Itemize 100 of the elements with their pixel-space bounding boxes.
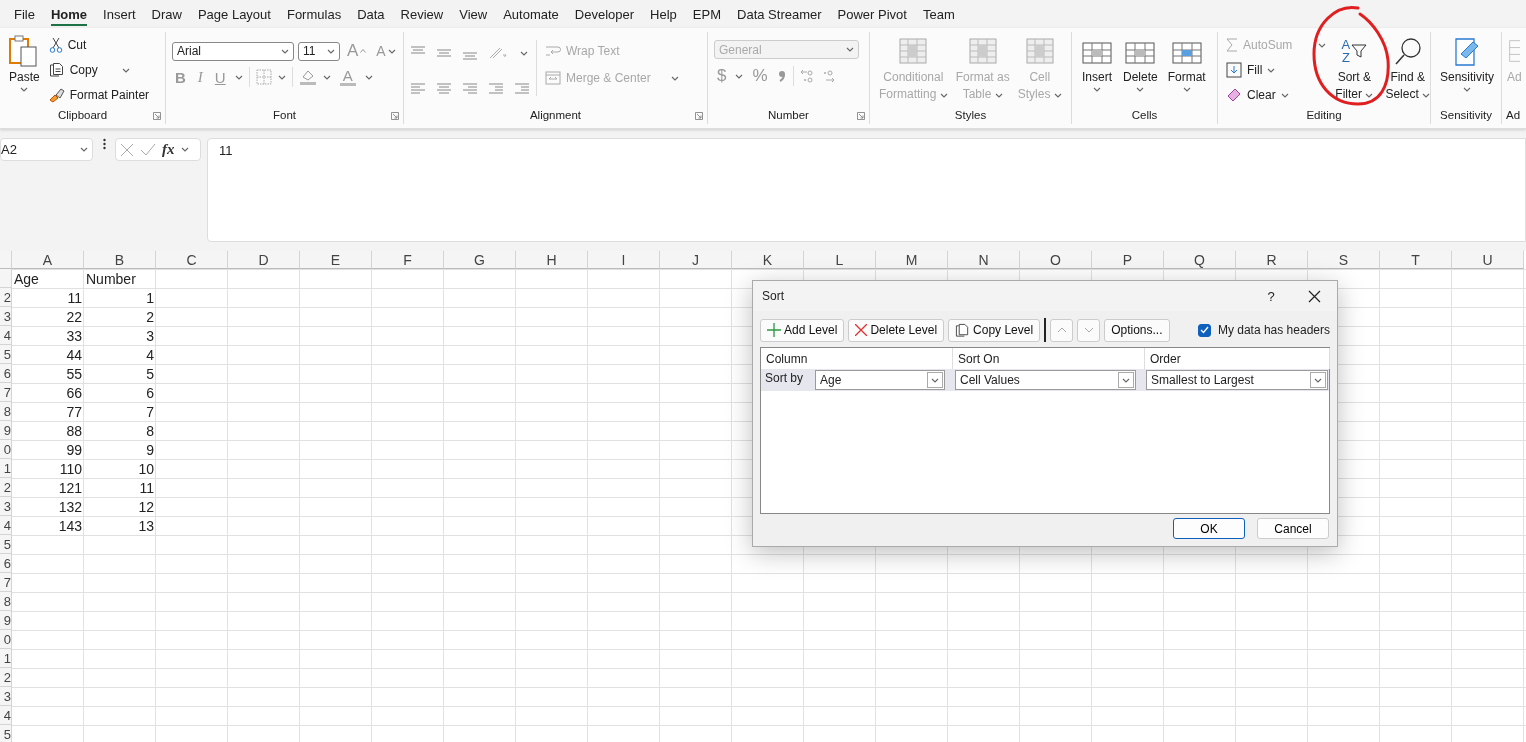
row-header[interactable]: 7 [0, 573, 12, 592]
column-header[interactable]: C [156, 251, 228, 269]
column-header[interactable]: P [1092, 251, 1164, 269]
column-header[interactable]: A [12, 251, 84, 269]
menu-tab[interactable]: Page Layout [189, 0, 279, 28]
row-header[interactable]: 3 [0, 307, 12, 326]
column-header[interactable]: R [1236, 251, 1308, 269]
select-all-corner[interactable] [0, 251, 12, 269]
cells-button[interactable]: Insert [1078, 32, 1116, 94]
row-header[interactable]: 4 [0, 706, 12, 725]
cells-button[interactable]: Format [1164, 32, 1209, 94]
copy-button[interactable]: Copy [46, 59, 152, 81]
dialog-launcher-icon[interactable] [153, 112, 161, 120]
column-header[interactable]: N [948, 251, 1020, 269]
menu-tab[interactable]: Draw [143, 0, 190, 28]
row-header[interactable]: 2 [0, 478, 12, 497]
menu-tab[interactable]: Developer [566, 0, 643, 28]
column-header[interactable]: I [588, 251, 660, 269]
increase-decimal-icon[interactable] [799, 69, 816, 83]
find-select-button[interactable]: Find & Select [1382, 32, 1434, 104]
clear-button[interactable]: Clear [1224, 84, 1327, 106]
column-header[interactable]: O [1020, 251, 1092, 269]
font-family-dropdown[interactable]: Arial [172, 41, 294, 61]
column-header[interactable]: G [444, 251, 516, 269]
column-header[interactable]: S [1308, 251, 1380, 269]
copy-level-button[interactable]: Copy Level [948, 318, 1041, 342]
move-down-button[interactable] [1077, 318, 1101, 342]
sort-filter-button[interactable]: A Z Sort & Filter [1332, 32, 1377, 104]
align-left-icon[interactable] [410, 82, 426, 96]
align-center-icon[interactable] [436, 82, 452, 96]
row-header[interactable] [0, 269, 12, 288]
close-icon[interactable] [1307, 289, 1321, 303]
decrease-indent-icon[interactable] [488, 82, 504, 96]
row-header[interactable]: 3 [0, 687, 12, 706]
ok-button[interactable]: OK [1173, 518, 1245, 539]
row-header[interactable]: 4 [0, 516, 12, 535]
menu-tab[interactable]: Help [642, 0, 685, 28]
column-dropdown[interactable]: Age [815, 370, 945, 390]
row-header[interactable]: 0 [0, 630, 12, 649]
column-header[interactable]: D [228, 251, 300, 269]
row-header[interactable]: 6 [0, 554, 12, 573]
row-header[interactable]: 5 [0, 345, 12, 364]
row-header[interactable]: 8 [0, 592, 12, 611]
menu-tab[interactable]: Home [42, 0, 96, 28]
cancel-button[interactable]: Cancel [1257, 518, 1329, 539]
row-header[interactable]: 4 [0, 326, 12, 345]
menu-tab[interactable]: Formulas [278, 0, 350, 28]
row-header[interactable]: 9 [0, 421, 12, 440]
align-middle-icon[interactable] [436, 46, 452, 60]
dialog-launcher-icon[interactable] [857, 112, 865, 120]
options-button[interactable]: Options... [1104, 318, 1170, 342]
column-header[interactable]: K [732, 251, 804, 269]
menu-tab[interactable]: File [6, 0, 43, 28]
column-header[interactable]: U [1452, 251, 1524, 269]
cells-button[interactable]: Delete [1120, 32, 1161, 94]
column-header[interactable]: B [84, 251, 156, 269]
help-button[interactable]: ? [1251, 288, 1291, 304]
add-level-button[interactable]: Add Level [760, 318, 845, 342]
checkbox[interactable] [1197, 323, 1211, 337]
checkmark-icon[interactable] [140, 142, 156, 157]
move-up-button[interactable] [1050, 318, 1074, 342]
fill-color-icon[interactable] [298, 68, 317, 86]
row-header[interactable]: 5 [0, 725, 12, 742]
order-dropdown[interactable]: Smallest to Largest [1146, 370, 1328, 390]
delete-level-button[interactable]: Delete Level [848, 318, 945, 342]
menu-tab[interactable]: Data [349, 0, 393, 28]
orientation-icon[interactable] [488, 46, 510, 60]
menu-tab[interactable]: Power Pivot [829, 0, 915, 28]
menu-tab[interactable]: View [451, 0, 496, 28]
format-painter-button[interactable]: Format Painter [46, 84, 152, 106]
dialog-launcher-icon[interactable] [391, 112, 399, 120]
borders-icon[interactable] [255, 69, 272, 85]
row-header[interactable]: 6 [0, 364, 12, 383]
more-icon[interactable] [102, 138, 106, 150]
align-right-icon[interactable] [462, 82, 478, 96]
menu-tab[interactable]: EPM [684, 0, 730, 28]
increase-indent-icon[interactable] [514, 82, 530, 96]
name-box[interactable]: A2 [0, 138, 93, 161]
menu-tab[interactable]: Automate [495, 0, 567, 28]
row-header[interactable]: 8 [0, 402, 12, 421]
sensitivity-button[interactable]: Sensitivity [1437, 32, 1498, 94]
sort-on-dropdown[interactable]: Cell Values [955, 370, 1136, 390]
font-size-dropdown[interactable]: 11 [298, 41, 340, 61]
row-header[interactable]: 0 [0, 440, 12, 459]
menu-tab[interactable]: Data Streamer [729, 0, 830, 28]
comma-icon[interactable] [776, 69, 787, 83]
cancel-icon[interactable] [120, 142, 134, 157]
row-header[interactable]: 2 [0, 668, 12, 687]
formula-field[interactable]: 11 [207, 138, 1526, 242]
menu-tab[interactable]: Insert [95, 0, 144, 28]
column-header[interactable]: F [372, 251, 444, 269]
row-header[interactable]: 1 [0, 459, 12, 478]
row-header[interactable]: 2 [0, 288, 12, 307]
column-header[interactable]: H [516, 251, 588, 269]
paste-button[interactable]: Paste [6, 32, 43, 94]
column-header[interactable]: M [876, 251, 948, 269]
row-header[interactable]: 9 [0, 611, 12, 630]
row-header[interactable]: 7 [0, 383, 12, 402]
column-header[interactable]: E [300, 251, 372, 269]
column-header[interactable]: L [804, 251, 876, 269]
